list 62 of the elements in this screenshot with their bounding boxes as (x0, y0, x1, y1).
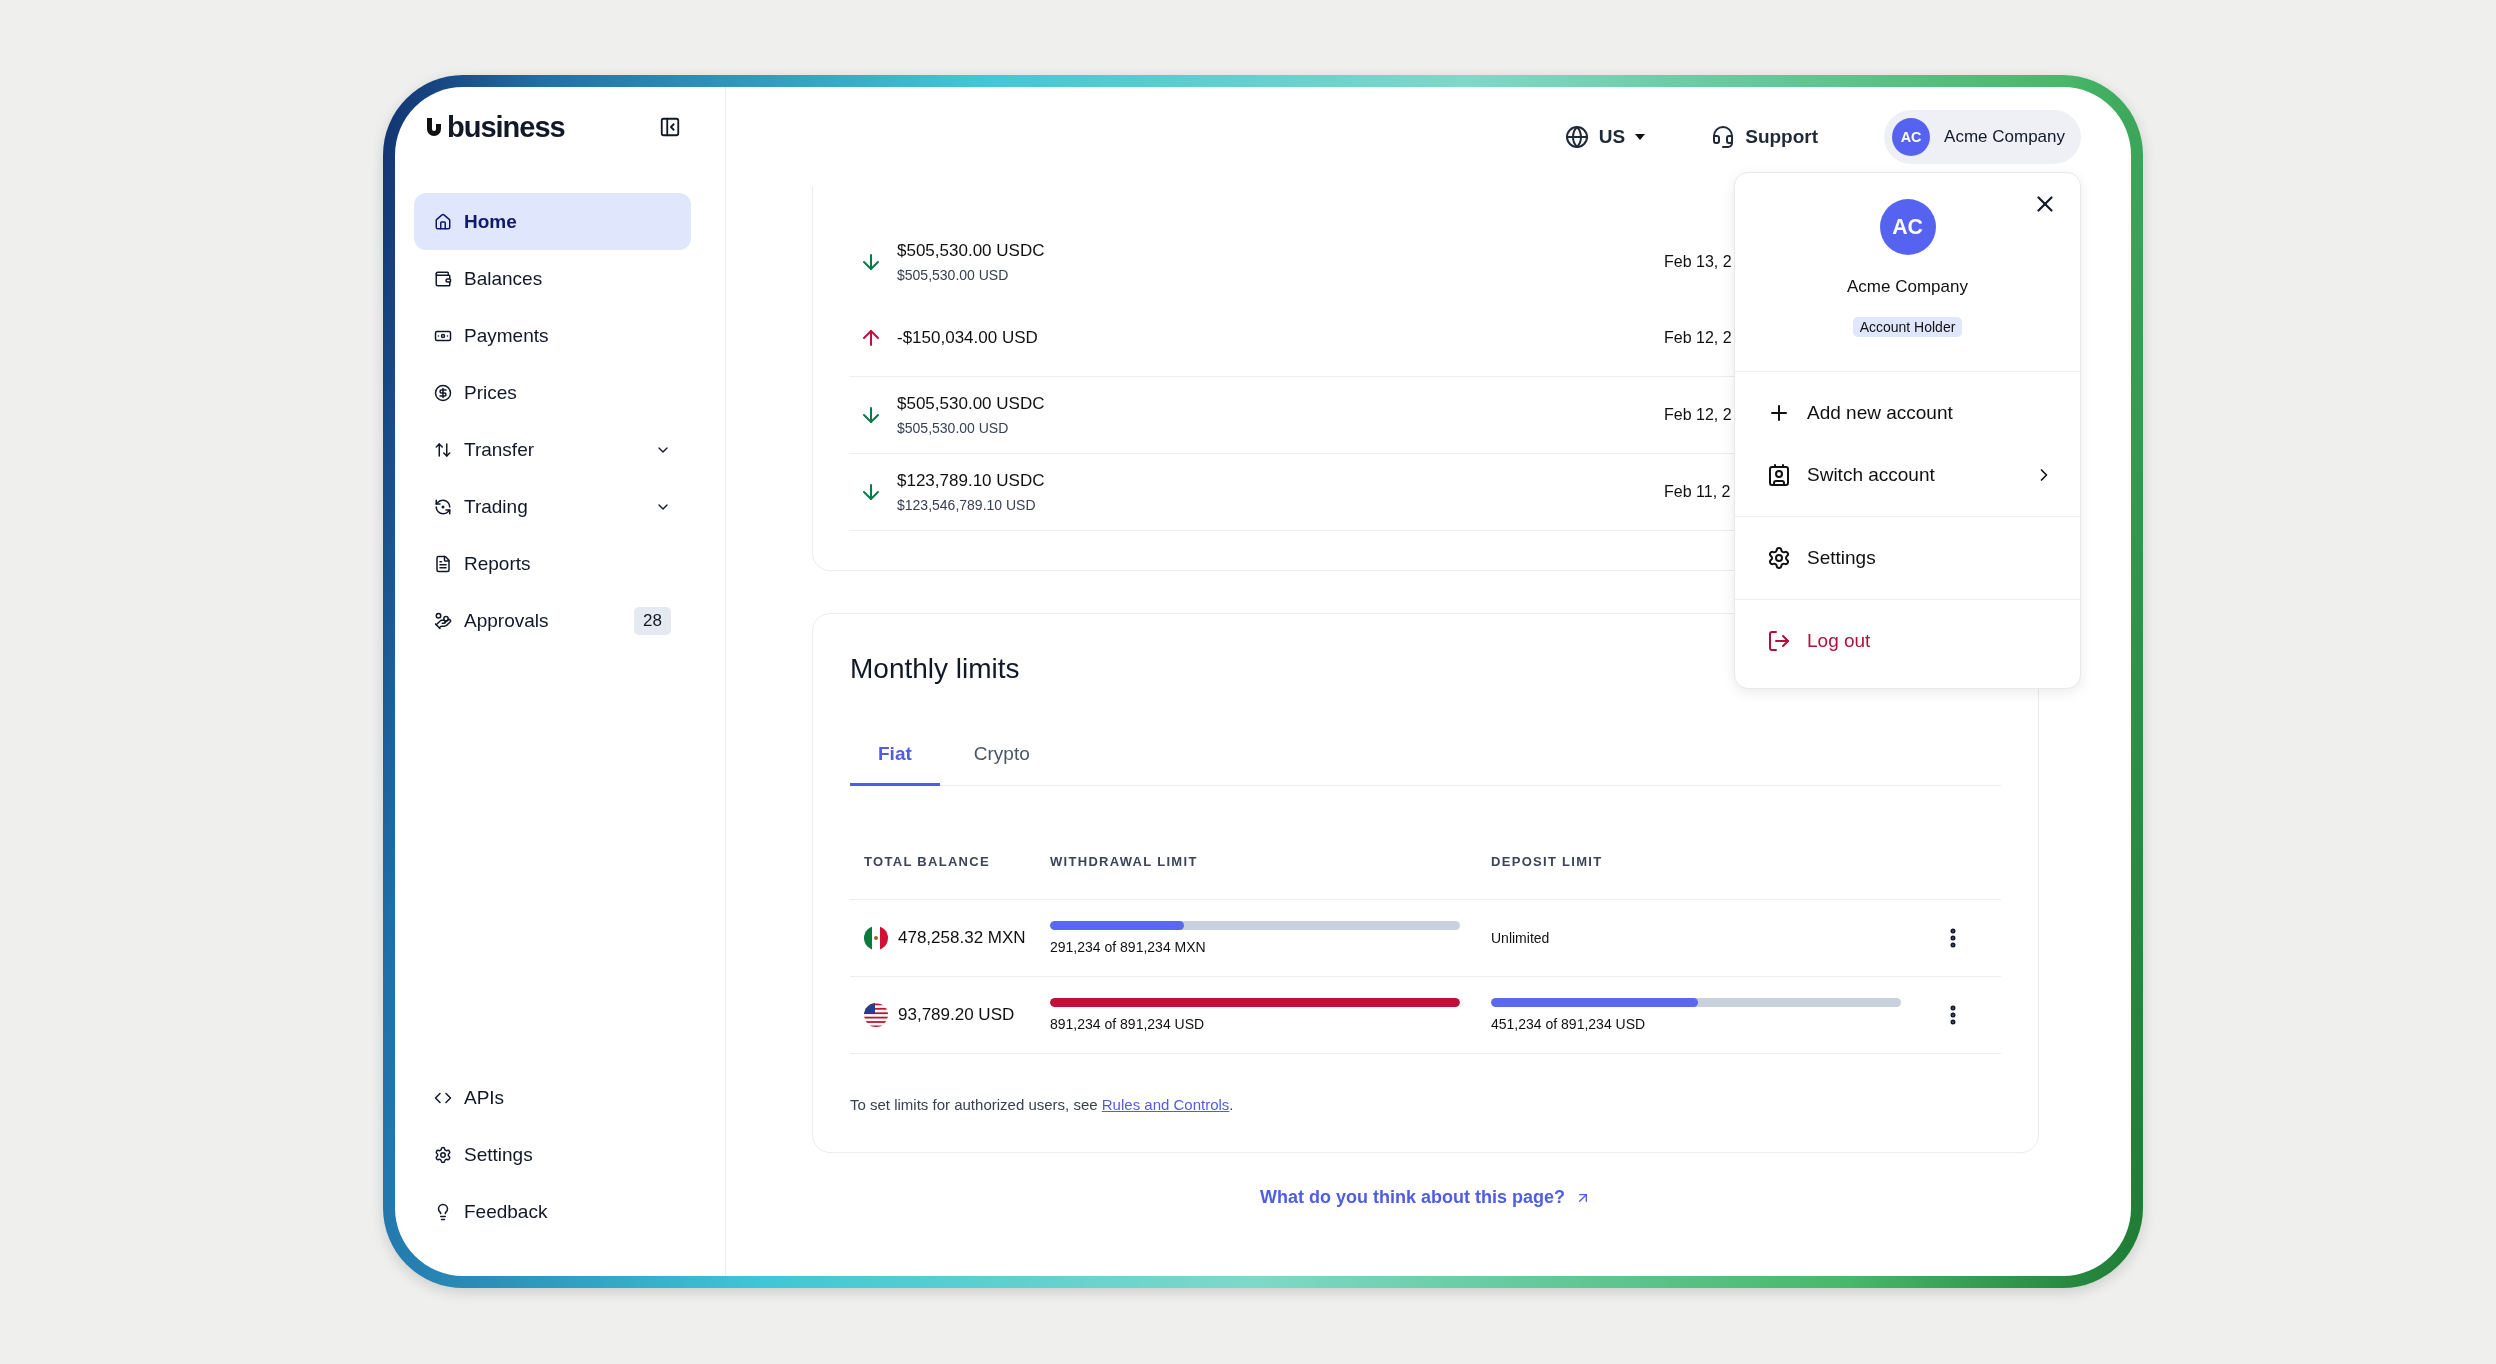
wallet-icon (434, 269, 452, 288)
collapse-sidebar-icon[interactable] (659, 116, 681, 138)
account-name: Acme Company (1847, 277, 1968, 297)
globe-icon (1564, 125, 1589, 149)
column-header: DEPOSIT LIMIT (1491, 854, 1603, 869)
support-button[interactable]: Support (1711, 125, 1819, 149)
tab[interactable]: Fiat (850, 725, 940, 786)
limit-text: Unlimited (1491, 930, 1551, 946)
home-icon (434, 212, 452, 231)
transfer-icon (434, 440, 452, 459)
region-selector[interactable]: US (1564, 125, 1646, 149)
tab[interactable]: Crypto (945, 725, 1058, 786)
card-title: Monthly limits (850, 652, 1021, 686)
hand-coins-icon (434, 611, 452, 630)
balance-amount: 93,789.20 USD (898, 1005, 1015, 1025)
column-header: TOTAL BALANCE (864, 854, 990, 869)
mexico-flag-icon (864, 926, 888, 950)
transaction-amount: $123,789.10 USDC (897, 471, 1046, 491)
balance-amount: 478,258.32 MXN (898, 928, 1026, 948)
transaction-equivalent: $505,530.00 USD (897, 420, 1010, 436)
limit-text: 891,234 of 891,234 USD (1050, 1016, 1206, 1032)
count-badge: 28 (634, 606, 671, 635)
menu-item[interactable]: Log out (1735, 610, 2080, 672)
contact-card-icon (1767, 463, 1791, 487)
feedback-link[interactable]: What do you think about this page? (1260, 1187, 1591, 1208)
sidebar-item[interactable]: Payments (414, 307, 691, 364)
caret-icon (1635, 134, 1646, 140)
sidebar-item[interactable]: Home (414, 193, 691, 250)
logo-text: business (447, 110, 565, 144)
dollar-icon (434, 383, 452, 402)
account-button[interactable]: AC Acme Company (1884, 110, 2081, 164)
transaction-amount: $505,530.00 USDC (897, 240, 1046, 261)
sidebar-item[interactable]: Approvals 28 (414, 592, 691, 649)
column-header: WITHDRAWAL LIMIT (1050, 854, 1198, 869)
settings-icon (1767, 546, 1791, 570)
limit-text: 451,234 of 891,234 USD (1491, 1016, 1647, 1032)
transaction-date: Feb 12, 2 (1664, 406, 1732, 424)
log-out-icon (1767, 629, 1791, 653)
sidebar-item[interactable]: Prices (414, 364, 691, 421)
document-icon (434, 554, 452, 573)
sidebar-item[interactable]: Trading (414, 478, 691, 535)
sidebar-item[interactable]: Transfer (414, 421, 691, 478)
sidebar-item[interactable]: Balances (414, 250, 691, 307)
settings-icon (434, 1145, 452, 1164)
exchange-icon (434, 497, 452, 516)
sidebar-item[interactable]: Settings (414, 1126, 691, 1183)
limits-note: To set limits for authorized users, see Rules and Controls. (850, 1096, 1235, 1113)
transaction-date: Feb 12, 2 (1664, 329, 1732, 347)
sidebar-item[interactable]: APIs (414, 1069, 691, 1126)
transaction-amount: -$150,034.00 USD (897, 328, 1039, 348)
transaction-date: Feb 11, 2 (1664, 483, 1731, 501)
sidebar-item[interactable]: Reports (414, 535, 691, 592)
transaction-amount: $505,530.00 USDC (897, 394, 1046, 414)
transaction-date: Feb 13, 2 (1664, 252, 1732, 271)
role-badge: Account Holder (1852, 317, 1963, 337)
limit-text: 291,234 of 891,234 MXN (1050, 939, 1207, 955)
headset-icon (1711, 125, 1736, 149)
transaction-equivalent: $123,546,789.10 USD (897, 497, 1037, 513)
avatar: AC (1879, 199, 1936, 255)
transaction-equivalent: $505,530.00 USD (897, 266, 1010, 283)
logo-icon (424, 116, 444, 138)
sidebar-item[interactable]: Feedback (414, 1183, 691, 1240)
